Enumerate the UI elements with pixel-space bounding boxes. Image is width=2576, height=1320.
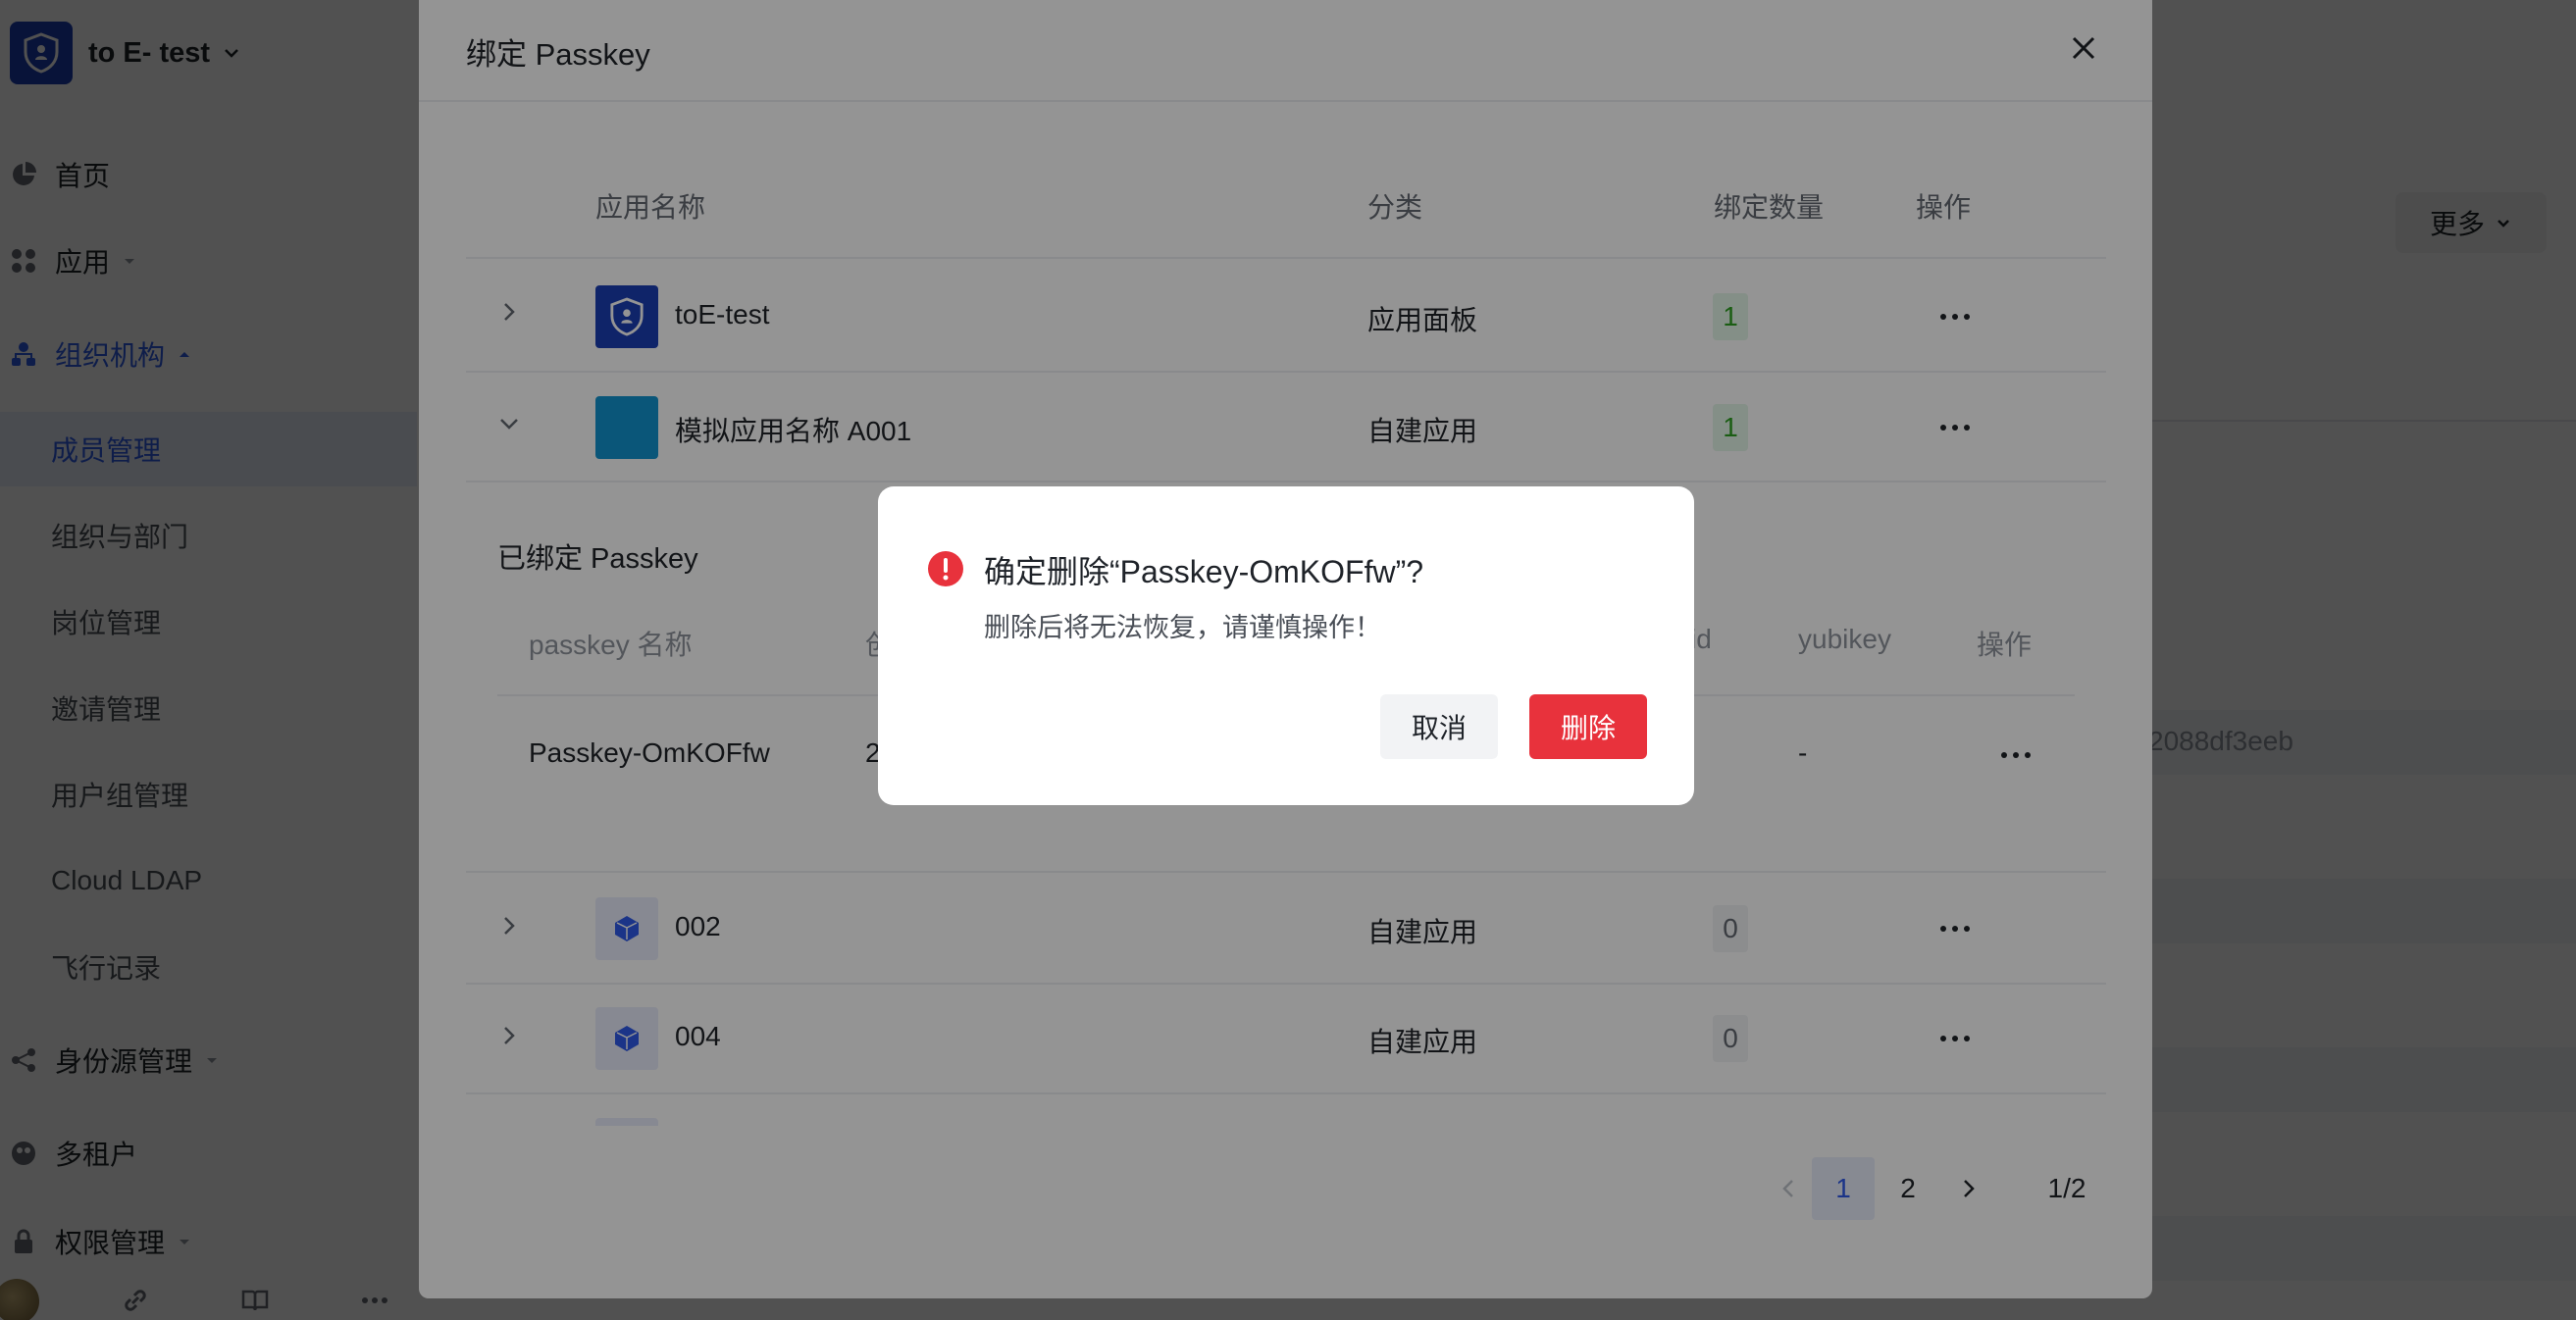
delete-button[interactable]: 删除 [1529, 694, 1647, 759]
warning-icon [928, 551, 963, 586]
cancel-button[interactable]: 取消 [1380, 694, 1498, 759]
delete-confirm-dialog: 确定删除“Passkey-OmKOFfw”? 删除后将无法恢复，请谨慎操作！ 取… [878, 486, 1694, 805]
confirm-description: 删除后将无法恢复，请谨慎操作！ [984, 613, 1381, 642]
confirm-title: 确定删除“Passkey-OmKOFfw”? [984, 554, 1424, 589]
